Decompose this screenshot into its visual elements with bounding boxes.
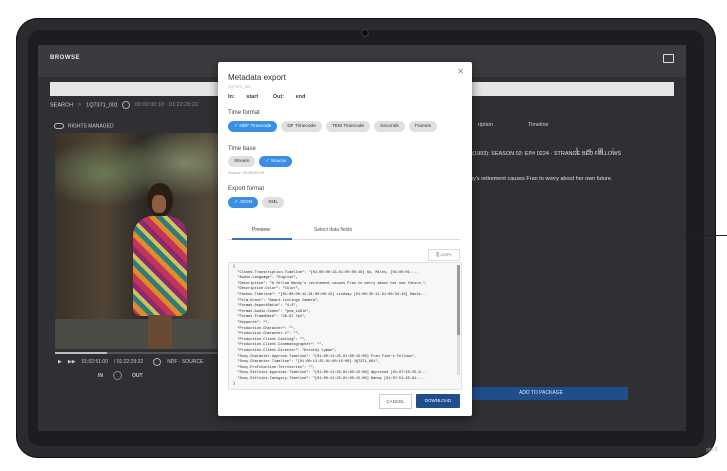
- chip-ndf-timecode[interactable]: ✓ NDF Timecode: [228, 121, 278, 132]
- time-format-chips: ✓ NDF Timecode DF Timecode TEM Timecode …: [228, 121, 438, 132]
- dialog-tabs: Preview Select data fields: [228, 225, 460, 240]
- time-base-chips: Stream ✓ Source: [228, 156, 293, 167]
- in-value: start: [246, 94, 259, 100]
- duration: / 01:22:29:22: [113, 359, 144, 366]
- description-line-2: nny's retirement causes Fran to worry ab…: [467, 176, 613, 182]
- scrollbar-thumb[interactable]: [457, 265, 460, 335]
- chip-source[interactable]: ✓ Source: [259, 156, 293, 167]
- copyright-text: ght ©: [706, 447, 719, 453]
- in-label: In:: [228, 94, 235, 100]
- breadcrumb-item: 1Q7371_001: [86, 102, 118, 109]
- marker-icon[interactable]: [113, 371, 122, 380]
- tab-select-data-fields[interactable]: Select data fields: [314, 227, 352, 233]
- leader-line: [684, 235, 727, 236]
- person-face: [152, 195, 166, 213]
- copy-button[interactable]: ⎘ COPY: [428, 249, 460, 261]
- dialog-subtitle: 1Q7371_001: [228, 84, 252, 89]
- description-line-1: is.: [467, 167, 677, 173]
- tab-description[interactable]: ription: [478, 122, 493, 128]
- out-value: end: [295, 94, 306, 100]
- chip-seconds[interactable]: Seconds: [374, 121, 405, 132]
- rights-label: RIGHTS MANAGED: [68, 123, 114, 130]
- breadcrumb-separator: >: [77, 102, 82, 109]
- chip-xml[interactable]: XML: [262, 197, 285, 208]
- metadata-export-dialog: Metadata export 1Q7371_001 ✕ In: start O…: [218, 62, 472, 416]
- scrub-bar[interactable]: [55, 352, 219, 354]
- camera-dot: [362, 30, 368, 36]
- chip-df-timecode[interactable]: DF Timecode: [281, 121, 322, 132]
- preview-code-box[interactable]: { "Closed.Transcription.Timeline": "[01:…: [228, 262, 462, 390]
- transport-controls: ▶ ▶▶ 01:02:51:00/ 01:22:29:22 NDF · SOURCE: [58, 358, 209, 366]
- tab-timeline[interactable]: Timeline: [528, 122, 549, 128]
- chip-json[interactable]: ✓ JSON: [228, 197, 259, 208]
- dialog-title: Metadata export: [228, 73, 286, 82]
- chip-frames[interactable]: Frames: [408, 121, 438, 132]
- person-dress: [133, 216, 187, 316]
- active-tab-indicator: [232, 238, 292, 240]
- download-button[interactable]: DOWNLOAD: [416, 394, 460, 408]
- skip-forward-icon[interactable]: ▶▶: [68, 359, 76, 365]
- preview-scrollbar[interactable]: [457, 265, 460, 375]
- time-base-label: Time base: [228, 146, 256, 152]
- in-button[interactable]: IN: [98, 373, 103, 379]
- folder-icon[interactable]: [663, 54, 674, 63]
- out-label: Out:: [272, 94, 285, 100]
- breadcrumb-timecode: 00:00:00:10 · 01:22:28:22: [134, 102, 198, 109]
- close-icon[interactable]: ✕: [457, 67, 464, 76]
- video-player[interactable]: [55, 133, 219, 349]
- export-format-chips: ✓ JSON XML: [228, 197, 285, 208]
- export-format-label: Export format: [228, 186, 265, 192]
- out-button[interactable]: OUT: [132, 373, 143, 379]
- timecode-mode[interactable]: NDF · SOURCE: [167, 359, 203, 365]
- chip-stream[interactable]: Stream: [228, 156, 256, 167]
- tab-preview[interactable]: Preview: [252, 227, 270, 233]
- cancel-button[interactable]: CANCEL: [379, 394, 412, 409]
- chip-tem-timecode[interactable]: TEM Timecode: [325, 121, 371, 132]
- browse-label[interactable]: BROWSE: [50, 55, 80, 61]
- source-note: Source: 00:59:59:00: [228, 170, 265, 175]
- clock-icon: [153, 358, 162, 366]
- breadcrumb: SEARCH >1Q7371_001 00:00:00:10 · 01:22:28:…: [50, 101, 198, 109]
- scrub-progress: [55, 352, 108, 354]
- toggle-icon[interactable]: [54, 123, 64, 129]
- video-person: [130, 183, 190, 349]
- in-out-range: In: start Out: end: [228, 94, 315, 100]
- time-format-label: Time format: [228, 110, 260, 116]
- current-timecode: 01:02:51:00: [81, 359, 108, 366]
- rights-managed: RIGHTS MANAGED: [54, 123, 114, 129]
- play-icon[interactable]: ▶: [58, 359, 62, 365]
- in-out-controls: IN OUT: [98, 371, 153, 380]
- person-legs: [148, 315, 172, 349]
- episode-title: E (1993): SEASON 02: EP# 0224 - STRANGE …: [467, 151, 622, 157]
- breadcrumb-search[interactable]: SEARCH: [50, 102, 73, 108]
- add-to-package-button[interactable]: ADD TO PACKAGE: [454, 387, 628, 400]
- preview-json-text: { "Closed.Transcription.Timeline": "[01:…: [233, 265, 428, 387]
- clock-icon: [121, 101, 130, 109]
